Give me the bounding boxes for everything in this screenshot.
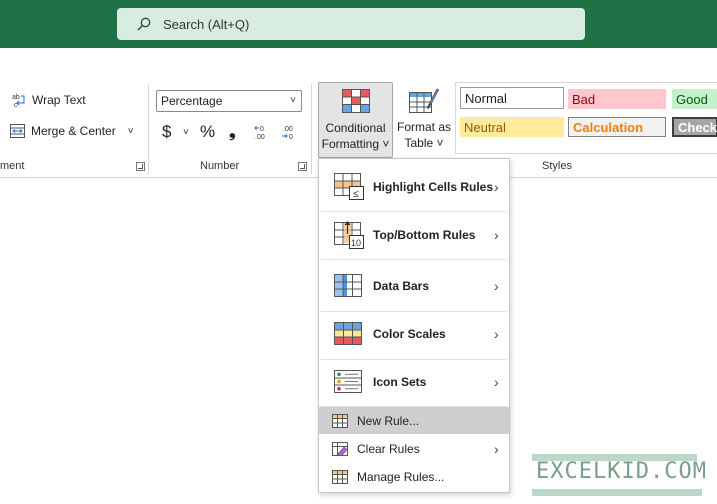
style-calculation[interactable]: Calculation — [568, 117, 666, 137]
number-group-label: Number — [200, 160, 240, 172]
wrap-text-button[interactable]: ab c Wrap Text — [12, 92, 86, 108]
menu-separator — [321, 211, 507, 212]
search-box[interactable]: Search (Alt+Q) — [117, 8, 585, 40]
increase-decimal-icon[interactable]: 0 .00 — [254, 124, 272, 140]
menu-item-manage-rules[interactable]: Manage Rules... — [319, 463, 509, 490]
svg-text:.00: .00 — [255, 134, 265, 140]
cell-styles-gallery: Normal Bad Good Neutral Calculation Chec… — [455, 82, 717, 154]
menu-item-label: Icon Sets — [373, 375, 427, 389]
decrease-decimal-icon[interactable]: .00 0 — [280, 124, 298, 140]
menu-item-label: Color Scales — [373, 327, 446, 341]
menu-item-color-scales[interactable]: Color Scales › — [319, 311, 509, 357]
group-divider — [311, 84, 312, 174]
format-as-table-button[interactable]: Format as Table ˅ — [395, 82, 453, 158]
format-as-table-label-1: Format as — [396, 120, 451, 134]
svg-text:≤: ≤ — [353, 189, 359, 200]
menu-item-data-bars[interactable]: Data Bars › — [319, 263, 509, 309]
merge-center-icon — [10, 124, 25, 138]
svg-text:ab: ab — [12, 94, 20, 101]
menu-item-label: Top/Bottom Rules — [373, 228, 476, 242]
alignment-group-label: ment — [0, 160, 25, 172]
percent-style-button[interactable]: % — [200, 122, 215, 142]
menu-item-label: Manage Rules... — [357, 469, 445, 484]
manage-rules-icon — [332, 469, 348, 484]
top-bottom-icon: 10 — [334, 221, 364, 249]
chevron-down-icon[interactable]: ˅ — [128, 126, 134, 137]
svg-text:.00: .00 — [283, 126, 293, 133]
group-divider — [148, 84, 149, 174]
style-neutral[interactable]: Neutral — [460, 117, 564, 137]
format-as-table-icon — [409, 88, 439, 113]
svg-text:0: 0 — [289, 134, 293, 140]
style-check-cell[interactable]: Check — [672, 117, 717, 137]
search-placeholder: Search (Alt+Q) — [163, 16, 250, 32]
wrap-text-label: Wrap Text — [32, 93, 86, 107]
menu-item-top-bottom-rules[interactable]: 10 Top/Bottom Rules › — [319, 213, 509, 257]
title-bar: Search (Alt+Q) — [0, 0, 717, 48]
number-format-value: Percentage — [161, 94, 223, 108]
style-bad[interactable]: Bad — [568, 89, 666, 109]
search-icon — [137, 17, 151, 31]
submenu-arrow-icon: › — [494, 374, 499, 390]
menu-item-highlight-cells-rules[interactable]: ≤ Highlight Cells Rules › — [319, 165, 509, 209]
merge-center-label: Merge & Center — [31, 124, 116, 138]
highlight-cells-icon: ≤ — [334, 173, 364, 200]
color-scales-icon — [334, 322, 362, 345]
comma-style-button[interactable]: ❟ — [229, 122, 236, 142]
menu-item-new-rule[interactable]: New Rule... — [319, 407, 509, 434]
styles-group-label: Styles — [542, 160, 572, 172]
alignment-dialog-launcher-icon[interactable] — [136, 162, 145, 171]
number-format-dropdown[interactable]: Percentage ˅ — [156, 90, 302, 112]
clear-rules-icon — [332, 441, 348, 456]
style-normal[interactable]: Normal — [460, 87, 564, 109]
style-good[interactable]: Good — [672, 89, 717, 109]
chevron-down-icon: ˅ — [290, 95, 296, 106]
menu-item-icon-sets[interactable]: Icon Sets › — [319, 359, 509, 405]
menu-item-label: Highlight Cells Rules — [373, 180, 494, 194]
submenu-arrow-icon: › — [494, 227, 499, 243]
submenu-arrow-icon: › — [494, 440, 499, 457]
data-bars-icon — [334, 274, 362, 297]
conditional-formatting-menu: ≤ Highlight Cells Rules › 10 Top/Bottom … — [318, 158, 510, 493]
svg-text:10: 10 — [351, 238, 361, 248]
icon-sets-icon — [334, 370, 362, 393]
new-rule-icon — [332, 413, 348, 428]
watermark-bar-bottom — [532, 489, 702, 496]
menu-item-label: Clear Rules — [357, 441, 420, 456]
conditional-formatting-icon — [342, 89, 370, 113]
format-as-table-label-2: Table ˅ — [404, 136, 444, 150]
menu-item-label: New Rule... — [357, 413, 420, 428]
submenu-arrow-icon: › — [494, 326, 499, 342]
watermark-text: EXCELKID.COM — [536, 459, 707, 484]
svg-text:0: 0 — [260, 126, 264, 133]
ribbon-tabs-area — [0, 48, 717, 78]
menu-item-clear-rules[interactable]: Clear Rules › — [319, 435, 509, 462]
merge-center-button[interactable]: Merge & Center ˅ — [10, 124, 134, 138]
submenu-arrow-icon: › — [494, 278, 499, 294]
currency-format-button[interactable]: $ — [162, 122, 171, 142]
conditional-formatting-label-1: Conditional — [325, 121, 386, 135]
currency-dropdown-icon[interactable]: ˅ — [183, 127, 189, 138]
submenu-arrow-icon: › — [494, 179, 499, 195]
conditional-formatting-button[interactable]: Conditional Formatting ˅ — [318, 82, 393, 158]
menu-separator — [321, 259, 507, 260]
conditional-formatting-label-2: Formatting ˅ — [321, 137, 390, 151]
wrap-text-icon: ab c — [12, 94, 25, 108]
menu-item-label: Data Bars — [373, 279, 430, 293]
number-dialog-launcher-icon[interactable] — [298, 162, 307, 171]
